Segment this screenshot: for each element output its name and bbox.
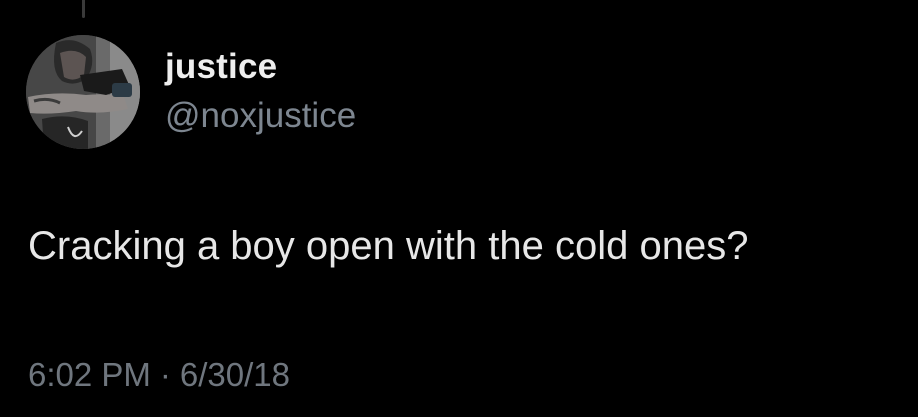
display-name[interactable]: justice	[165, 47, 277, 87]
avatar[interactable]	[26, 35, 140, 149]
tweet-date: 6/30/18	[179, 356, 291, 393]
profile-photo-icon	[26, 35, 140, 149]
user-handle[interactable]: @noxjustice	[165, 96, 356, 136]
tweet-text: Cracking a boy open with the cold ones?	[28, 224, 749, 268]
meta-separator: ·	[159, 356, 171, 393]
tweet-timestamp[interactable]: 6:02 PM · 6/30/18	[28, 356, 290, 394]
thread-connector-line	[82, 0, 85, 18]
tweet-time: 6:02 PM	[28, 356, 151, 393]
